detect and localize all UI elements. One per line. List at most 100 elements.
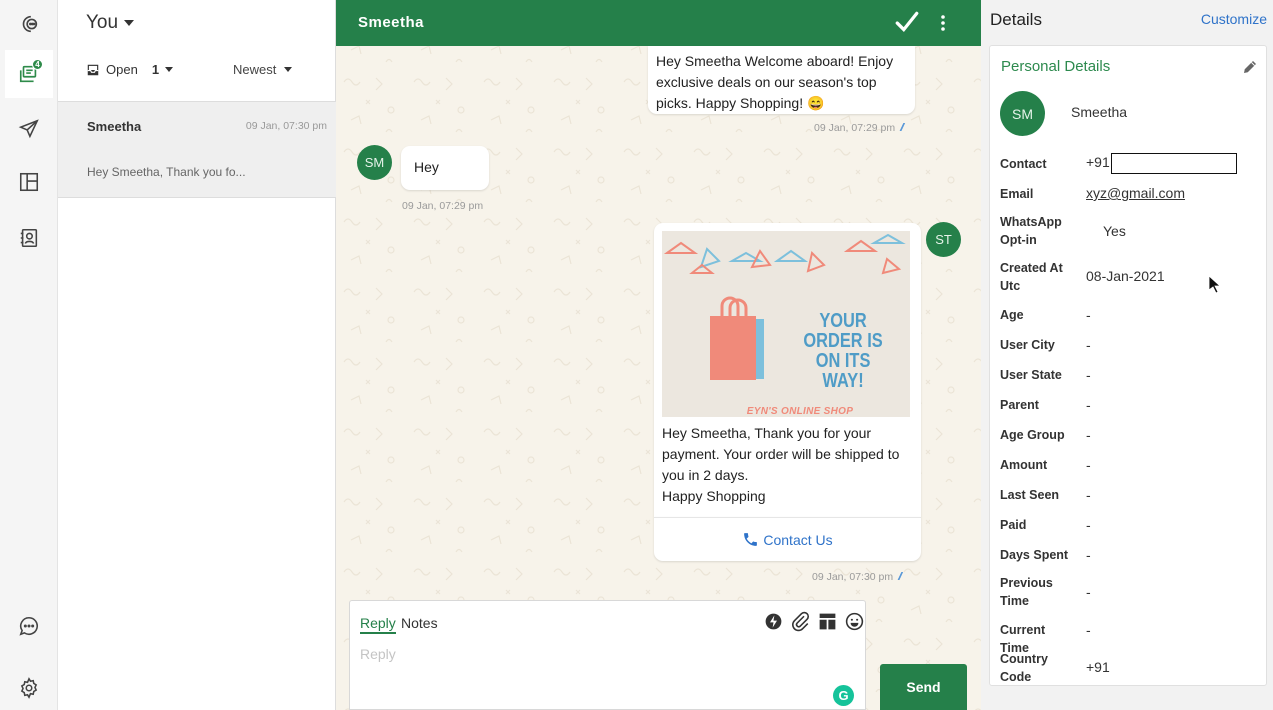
- field-label: Previous Time: [1000, 576, 1053, 608]
- send-campaign-icon[interactable]: [5, 105, 53, 153]
- field-value: -: [1086, 337, 1091, 353]
- message-timestamp: 09 Jan, 07:29 pm: [402, 200, 483, 212]
- status-filter-dropdown[interactable]: Open 1: [86, 62, 174, 77]
- grammarly-icon[interactable]: G: [833, 685, 854, 706]
- edit-pencil-icon[interactable]: [1241, 58, 1259, 76]
- field-label: User City: [1000, 338, 1055, 352]
- message-text: Hey: [414, 159, 439, 175]
- chevron-down-icon: [124, 20, 135, 26]
- field-label: Age: [1000, 308, 1024, 322]
- tab-reply[interactable]: Reply: [360, 615, 396, 634]
- contact-avatar: SM: [1000, 91, 1045, 136]
- conversation-name: Smeetha: [87, 119, 142, 134]
- message-composer: Reply Notes G: [349, 600, 866, 710]
- field-value: -: [1086, 457, 1091, 473]
- status-count: 1: [151, 62, 160, 77]
- tab-notes[interactable]: Notes: [401, 615, 438, 631]
- reply-input[interactable]: [360, 643, 820, 665]
- field-value: +91: [1086, 659, 1110, 675]
- inbox-tray-icon: [87, 64, 99, 75]
- field-label: Created At Utc: [1000, 261, 1063, 293]
- more-options-icon[interactable]: [936, 13, 950, 33]
- customize-link[interactable]: Customize: [1201, 11, 1267, 27]
- field-value: +91: [1086, 154, 1110, 171]
- promo-image[interactable]: YOUR ORDER IS ON ITS WAY! EYN'S ONLINE S…: [662, 231, 910, 417]
- owner-dropdown[interactable]: You: [86, 12, 135, 34]
- chat-support-icon[interactable]: [5, 602, 53, 650]
- contacts-icon[interactable]: [5, 214, 53, 262]
- field-label: Parent: [1000, 398, 1039, 412]
- status-filter-label: Open: [106, 62, 138, 77]
- message-text: Hey Smeetha Welcome aboard! Enjoy exclus…: [656, 53, 894, 111]
- contact-value: +91: [1086, 153, 1237, 174]
- field-value: Yes: [1103, 223, 1126, 239]
- attachment-icon[interactable]: [790, 611, 811, 632]
- conversation-list-item[interactable]: Smeetha 09 Jan, 07:30 pm Hey Smeetha, Th…: [58, 102, 336, 198]
- promo-shop-name: EYN'S ONLINE SHOP: [746, 406, 854, 417]
- chat-title: Smeetha: [358, 14, 425, 31]
- left-rail: 4: [0, 0, 58, 710]
- field-label: Days Spent: [1000, 548, 1069, 562]
- owner-label: You: [86, 12, 119, 33]
- layout-icon[interactable]: [5, 158, 53, 206]
- field-label: Paid: [1000, 518, 1027, 532]
- agent-avatar: ST: [926, 222, 961, 257]
- contact-us-label: Contact Us: [763, 531, 833, 548]
- field-label: Age Group: [1000, 428, 1065, 442]
- settings-gear-icon[interactable]: [5, 664, 53, 710]
- conversation-time: 09 Jan, 07:30 pm: [245, 120, 327, 132]
- timestamp-text: 09 Jan, 07:29 pm: [814, 122, 896, 134]
- field-value: -: [1086, 547, 1091, 563]
- contact-avatar: SM: [357, 145, 392, 180]
- field-value: -: [1086, 487, 1091, 503]
- emoji-icon[interactable]: [844, 611, 865, 632]
- details-panel: Details Customize Personal Details SM Sm…: [981, 0, 1273, 710]
- details-title: Details: [990, 10, 1042, 29]
- field-label: WhatsApp Opt-in: [1000, 215, 1062, 247]
- message-line: Happy Shopping: [662, 488, 766, 504]
- field-label: User State: [1000, 368, 1062, 382]
- field-label: Country Code: [1000, 652, 1048, 684]
- app-root: 4 You Open 1 Newest Smeetha 09 Jan, 07:3…: [0, 0, 1273, 710]
- send-button[interactable]: Send: [880, 664, 967, 710]
- field-value: 08-Jan-2021: [1086, 268, 1165, 284]
- sort-label: Newest: [233, 62, 277, 77]
- resolve-check-icon[interactable]: [894, 9, 920, 35]
- chevron-down-icon: [165, 67, 174, 72]
- template-icon[interactable]: [817, 611, 838, 632]
- composer-toolbar: [763, 611, 865, 632]
- contact-name: Smeetha: [1071, 104, 1128, 120]
- message-text: Hey Smeetha, Thank you for your payment.…: [662, 423, 913, 507]
- message-line: Hey Smeetha, Thank you for your payment.…: [662, 425, 900, 483]
- mouse-cursor-icon: [1208, 275, 1220, 293]
- logo-icon[interactable]: [5, 0, 53, 48]
- email-link[interactable]: xyz@gmail.com: [1086, 184, 1185, 202]
- quick-reply-icon[interactable]: [763, 611, 784, 632]
- inbox-badge: 4: [32, 59, 43, 70]
- conversation-list: You Open 1 Newest Smeetha 09 Jan, 07:30 …: [58, 0, 336, 710]
- timestamp-text: 09 Jan, 07:30 pm: [812, 571, 894, 583]
- field-value: -: [1086, 517, 1091, 533]
- field-value: -: [1086, 427, 1091, 443]
- inbox-icon[interactable]: 4: [5, 50, 53, 98]
- field-value: -: [1086, 397, 1091, 413]
- chat-panel: Smeetha Hey Smeetha Welcome aboard! Enjo…: [336, 0, 981, 710]
- field-value: -: [1086, 367, 1091, 383]
- personal-details-card: Personal Details SM Smeetha Contact +91 …: [989, 45, 1267, 686]
- incoming-message-bubble: Hey: [401, 146, 489, 190]
- field-label: Amount: [1000, 458, 1048, 472]
- redacted-box: [1110, 153, 1237, 174]
- field-value: -: [1086, 622, 1091, 638]
- contact-us-button[interactable]: Contact Us: [654, 517, 921, 561]
- message-timestamp: 09 Jan, 07:30 pm //: [812, 571, 903, 583]
- conversation-preview: Hey Smeetha, Thank you fo...: [87, 165, 246, 179]
- field-label: Contact: [1000, 157, 1047, 171]
- outgoing-media-message-bubble: YOUR ORDER IS ON ITS WAY! EYN'S ONLINE S…: [654, 223, 921, 517]
- phone-icon: [744, 533, 758, 546]
- outgoing-message-bubble: Hey Smeetha Welcome aboard! Enjoy exclus…: [648, 46, 915, 114]
- field-label: Email: [1000, 187, 1034, 201]
- field-value: -: [1086, 307, 1091, 323]
- timestamp-text: 09 Jan, 07:29 pm: [402, 200, 484, 212]
- sort-dropdown[interactable]: Newest: [233, 62, 293, 77]
- field-value: -: [1086, 584, 1091, 600]
